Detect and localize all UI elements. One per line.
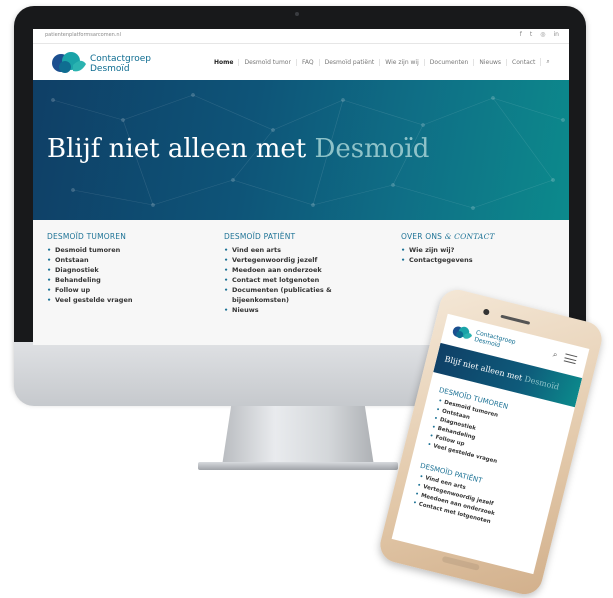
nav-home[interactable]: Home <box>209 59 238 66</box>
column-heading: OVER ONS & CONTACT <box>401 232 495 241</box>
brand-name-line2[interactable]: Desmoïd <box>90 64 130 74</box>
search-icon[interactable]: ⌕ <box>552 350 559 361</box>
list-item[interactable]: Follow up <box>47 285 215 295</box>
nav-nieuws[interactable]: Nieuws <box>473 58 506 66</box>
hero-title-accent: Desmoïd <box>314 134 430 164</box>
list-item[interactable]: Veel gestelde vragen <box>47 295 215 305</box>
instagram-icon[interactable]: ◎ <box>540 31 545 38</box>
list-item[interactable]: Vertegenwoordig jezelf <box>224 255 374 265</box>
logo-icon[interactable] <box>450 323 475 342</box>
speaker-grille <box>500 314 531 325</box>
list-item[interactable]: Nieuws <box>224 305 374 315</box>
hero-banner: Blijf niet alleen met Desmoïd <box>33 80 569 220</box>
list-item[interactable]: Documenten (publicaties & bijeenkomsten) <box>224 285 374 305</box>
list-item[interactable]: Desmoïd tumoren <box>47 245 215 255</box>
webcam <box>295 12 299 16</box>
search-icon[interactable]: ⌕ <box>540 58 554 66</box>
nav-wie-zijn-wij[interactable]: Wie zijn wij <box>379 58 424 66</box>
list-item[interactable]: Wie zijn wij? <box>401 245 569 255</box>
facebook-icon[interactable]: f <box>520 31 522 38</box>
site-domain: patientenplatformsarcomen.nl <box>45 32 121 38</box>
list-item[interactable]: Meedoen aan onderzoek <box>224 265 374 275</box>
list-item[interactable]: Contact met lotgenoten <box>224 275 374 285</box>
nav-desmoid-tumor[interactable]: Desmoïd tumor <box>238 58 295 66</box>
column-list: Vind een arts Vertegenwoordig jezelf Mee… <box>224 245 374 315</box>
list-item[interactable]: Contactgegevens <box>401 255 569 265</box>
front-camera <box>482 308 490 316</box>
column-heading: DESMOÏD PATIËNT <box>224 232 296 241</box>
list-item[interactable]: Ontstaan <box>47 255 215 265</box>
brand-name-line1[interactable]: Contactgroep <box>90 54 151 64</box>
device-mockup-scene: patientenplatformsarcomen.nl f t ◎ in Co… <box>0 0 613 598</box>
nav-documenten[interactable]: Documenten <box>423 58 474 66</box>
hamburger-menu-icon[interactable] <box>563 353 578 365</box>
linkedin-icon[interactable]: in <box>554 31 559 38</box>
social-links: f t ◎ in <box>520 31 559 38</box>
imac-stand-base <box>198 462 398 470</box>
list-item[interactable]: Behandeling <box>47 275 215 285</box>
column-list: Wie zijn wij? Contactgegevens <box>401 245 569 265</box>
imac-stand <box>222 406 374 466</box>
twitter-icon[interactable]: t <box>530 31 532 38</box>
list-item[interactable]: Diagnostiek <box>47 265 215 275</box>
column-list: Desmoïd tumoren Ontstaan Diagnostiek Beh… <box>47 245 215 305</box>
logo-icon[interactable] <box>51 51 87 75</box>
column-heading: DESMOÏD TUMOREN <box>47 232 127 241</box>
nav-desmoid-patient[interactable]: Desmoïd patiënt <box>318 58 380 66</box>
nav-contact[interactable]: Contact <box>506 58 540 66</box>
column-desmoid-patient: DESMOÏD PATIËNT Vind een arts Vertegenwo… <box>224 232 374 315</box>
list-item[interactable]: Vind een arts <box>224 245 374 255</box>
mobile-section-desmoid-tumoren: DESMOÏD TUMOREN Desmoïd tumoren Ontstaan… <box>424 386 566 481</box>
column-over-ons-contact: OVER ONS & CONTACT Wie zijn wij? Contact… <box>401 232 569 265</box>
hero-title: Blijf niet alleen met Desmoïd <box>47 134 429 164</box>
top-bar: patientenplatformsarcomen.nl f t ◎ in <box>33 29 569 44</box>
main-navigation: Home Desmoïd tumor FAQ Desmoïd patiënt W… <box>209 58 555 66</box>
mobile-hero-title: Blijf niet alleen met Desmoïd <box>443 354 560 392</box>
nav-faq[interactable]: FAQ <box>295 58 319 66</box>
hero-title-main: Blijf niet alleen met <box>47 134 315 164</box>
column-desmoid-tumoren: DESMOÏD TUMOREN Desmoïd tumoren Ontstaan… <box>47 232 215 305</box>
